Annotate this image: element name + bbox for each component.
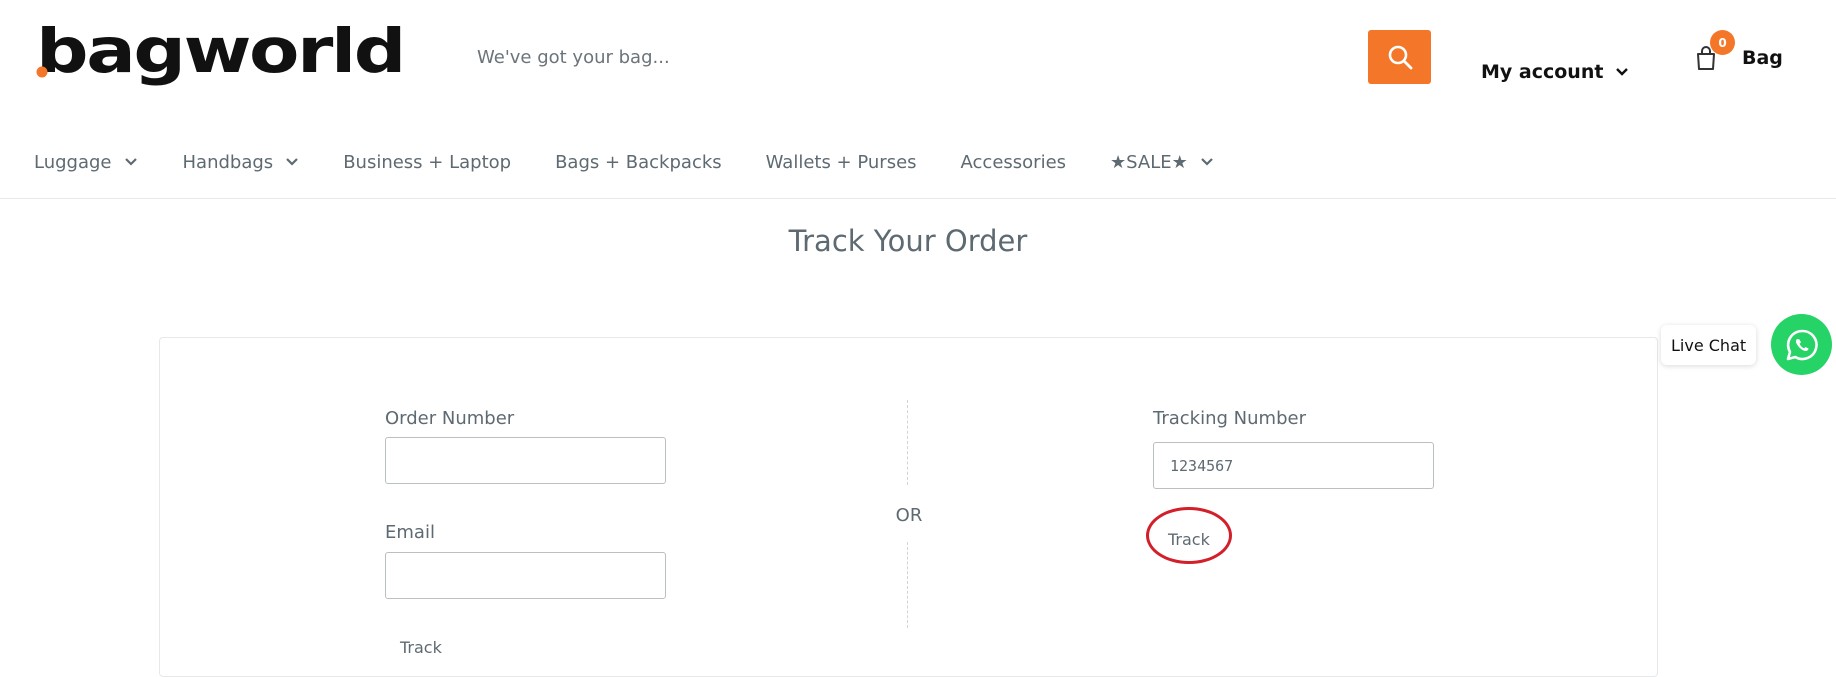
nav-item-label: Luggage	[34, 151, 112, 173]
search-input[interactable]	[455, 30, 1370, 84]
order-number-label: Order Number	[385, 408, 515, 429]
divider-bottom	[907, 542, 908, 628]
cart-icon-wrapper: 0	[1692, 30, 1735, 72]
site-header: bagworld My account 0 Bag	[0, 0, 1836, 115]
divider-top	[907, 400, 908, 485]
search-icon	[1388, 45, 1412, 70]
chevron-down-icon	[1201, 158, 1213, 166]
chevron-down-icon	[1616, 68, 1629, 76]
order-number-field[interactable]	[385, 437, 666, 484]
my-account-menu[interactable]: My account	[1481, 58, 1629, 86]
svg-text:bagworld: bagworld	[36, 26, 404, 87]
my-account-label: My account	[1481, 61, 1604, 83]
track-by-order-button[interactable]: Track	[400, 638, 442, 657]
nav-item-wallets-purses[interactable]: Wallets + Purses	[766, 146, 917, 178]
chevron-down-icon	[286, 158, 298, 166]
search-bar	[455, 30, 1370, 84]
whatsapp-icon	[1786, 329, 1818, 360]
page-title: Track Your Order	[788, 224, 1028, 258]
nav-item-business-laptop[interactable]: Business + Laptop	[343, 146, 511, 178]
tracking-number-field[interactable]	[1153, 442, 1434, 489]
nav-item-bags-backpacks[interactable]: Bags + Backpacks	[555, 146, 722, 178]
search-button[interactable]	[1368, 30, 1431, 84]
chevron-down-icon	[124, 158, 137, 166]
nav-item-label: Bags + Backpacks	[555, 151, 722, 173]
logo-wordmark: bagworld	[36, 26, 406, 87]
email-field[interactable]	[385, 552, 666, 599]
bagworld-logo[interactable]: bagworld	[36, 26, 408, 90]
nav-item-luggage[interactable]: Luggage	[34, 146, 138, 178]
cart-button[interactable]: 0 Bag	[1692, 30, 1783, 86]
live-chat-label[interactable]: Live Chat	[1661, 325, 1757, 365]
nav-item-label: Business + Laptop	[343, 151, 512, 173]
nav-item-accessories[interactable]: Accessories	[961, 146, 1067, 178]
or-separator: OR	[895, 505, 923, 526]
nav-item-label: Handbags	[182, 151, 274, 173]
main-navigation: Luggage Handbags Business + Laptop Bags …	[0, 138, 1836, 199]
nav-item-label: Accessories	[960, 151, 1067, 173]
nav-list: Luggage Handbags Business + Laptop Bags …	[34, 146, 1214, 178]
email-label: Email	[385, 522, 435, 543]
tracking-number-label: Tracking Number	[1153, 408, 1306, 429]
live-chat-button[interactable]	[1771, 314, 1832, 375]
nav-item-label: Wallets + Purses	[765, 151, 917, 173]
nav-item-sale[interactable]: ★SALE★	[1110, 146, 1214, 178]
nav-item-label: ★SALE★	[1110, 151, 1188, 173]
cart-label: Bag	[1742, 47, 1783, 69]
nav-item-handbags[interactable]: Handbags	[183, 146, 300, 178]
cart-count-badge: 0	[1710, 30, 1735, 55]
track-by-tracking-button[interactable]: Track	[1168, 530, 1210, 549]
